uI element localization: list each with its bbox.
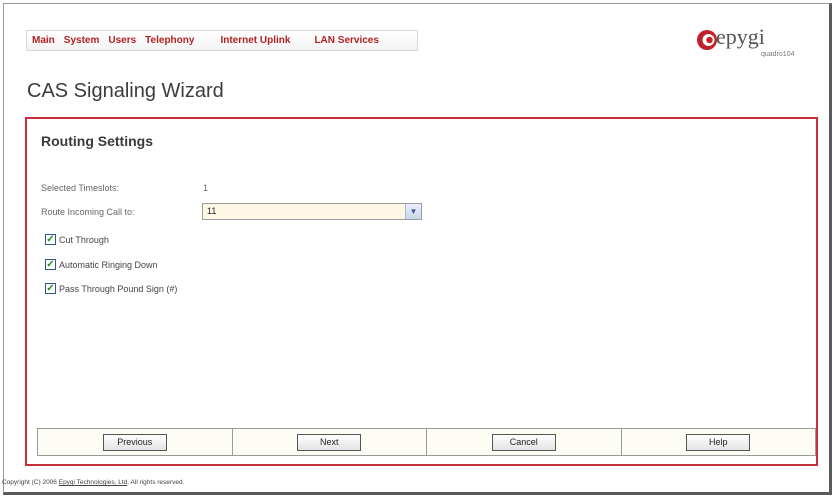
logo-model-text: quadro104: [761, 51, 795, 58]
route-incoming-value: 11: [207, 206, 217, 216]
footer-prefix: Copyright (C) 2006: [2, 479, 59, 486]
cut-through-label: Cut Through: [59, 234, 109, 245]
page-title: CAS Signaling Wizard: [27, 80, 224, 102]
cut-through-option[interactable]: ✓ Cut Through: [45, 234, 109, 245]
top-menu: Main System Users Telephony Internet Upl…: [26, 30, 418, 51]
button-cell-help: Help: [622, 429, 816, 455]
previous-button[interactable]: Previous: [102, 433, 167, 451]
automatic-ringing-down-option[interactable]: ✓ Automatic Ringing Down: [45, 259, 158, 270]
chevron-down-icon[interactable]: ▼: [405, 204, 421, 219]
button-cell-next: Next: [233, 429, 427, 455]
menu-item-lan-services[interactable]: LAN Services: [314, 35, 378, 46]
automatic-ringing-down-label: Automatic Ringing Down: [59, 259, 158, 270]
wizard-panel: Routing Settings Selected Timeslots: 1 R…: [25, 117, 818, 466]
menu-item-users[interactable]: Users: [108, 35, 136, 46]
menu-item-system[interactable]: System: [64, 35, 100, 46]
epygi-logo: epygi quadro104: [696, 24, 806, 60]
copyright-footer: Copyright (C) 2006 Epygi Technologies, L…: [2, 479, 184, 486]
wizard-button-bar: Previous Next Cancel Help: [37, 428, 816, 456]
button-cell-previous: Previous: [38, 429, 233, 455]
epygi-swirl-logo-icon: [697, 30, 717, 50]
section-title: Routing Settings: [41, 133, 153, 149]
button-cell-cancel: Cancel: [427, 429, 622, 455]
logo-brand-text: epygi: [716, 24, 765, 49]
pass-through-pound-label: Pass Through Pound Sign (#): [59, 283, 178, 294]
menu-item-internet-uplink[interactable]: Internet Uplink: [220, 35, 290, 46]
help-button[interactable]: Help: [686, 433, 751, 451]
route-incoming-label: Route Incoming Call to:: [41, 207, 135, 217]
route-incoming-select[interactable]: 11 ▼: [202, 203, 422, 220]
automatic-ringing-down-checkbox[interactable]: ✓: [45, 259, 56, 270]
footer-suffix: . All rights reserved.: [127, 479, 185, 486]
menu-item-telephony[interactable]: Telephony: [145, 35, 194, 46]
timeslots-value: 1: [203, 183, 209, 193]
menu-item-main[interactable]: Main: [32, 35, 55, 46]
pass-through-pound-checkbox[interactable]: ✓: [45, 283, 56, 294]
pass-through-pound-option[interactable]: ✓ Pass Through Pound Sign (#): [45, 283, 177, 294]
next-button[interactable]: Next: [297, 433, 362, 451]
timeslots-label: Selected Timeslots:: [41, 183, 120, 193]
cut-through-checkbox[interactable]: ✓: [45, 234, 56, 245]
cancel-button[interactable]: Cancel: [491, 433, 556, 451]
footer-company-link[interactable]: Epygi Technologies, Ltd: [59, 479, 128, 486]
